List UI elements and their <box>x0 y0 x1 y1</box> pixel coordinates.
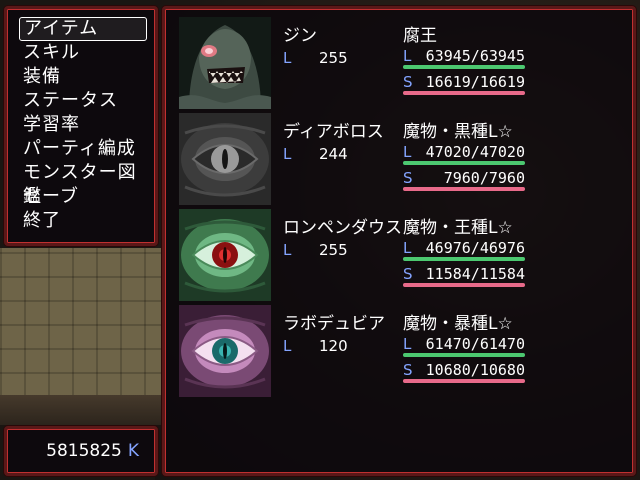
skill-bar-fill <box>403 283 525 287</box>
menu-item-skill[interactable]: スキル <box>19 41 147 65</box>
party-member[interactable]: ロンペンダウス L 255 魔物・王種L☆ L 46976/46976 S 11… <box>179 209 631 301</box>
wall-edge <box>0 395 165 425</box>
skill-label: S <box>403 361 413 379</box>
life-gauge: L 61470/61470 <box>403 333 525 357</box>
life-bar-fill <box>403 353 525 357</box>
gold-display: 5815825 K <box>46 441 139 461</box>
life-gauge: L 46976/46976 <box>403 237 525 261</box>
member-class: 魔物・王種L☆ <box>403 218 513 238</box>
party-member[interactable]: ラボデュビア L 120 魔物・暴種L☆ L 61470/61470 S 106… <box>179 305 631 397</box>
life-value: 47020/47020 <box>425 143 525 161</box>
skill-gauge: S 16619/16619 <box>403 71 525 95</box>
skill-value: 16619/16619 <box>425 73 525 91</box>
masked-monster-portrait <box>179 17 271 109</box>
skill-bar-fill <box>403 187 525 191</box>
green-eye-portrait <box>179 209 271 301</box>
skill-gauge: S 10680/10680 <box>403 359 525 383</box>
menu-item-quit[interactable]: 終了 <box>19 209 147 233</box>
level-label: L <box>283 49 292 67</box>
level-label: L <box>283 145 292 163</box>
menu-item-item[interactable]: アイテム <box>19 17 147 41</box>
party-member[interactable]: ジン L 255 腐王 L 63945/63945 S 16619/16619 <box>179 17 631 109</box>
member-name: ラボデュビア <box>283 314 385 334</box>
skill-gauge: S 11584/11584 <box>403 263 525 287</box>
member-name: ジン <box>283 26 317 46</box>
skill-label: S <box>403 73 413 91</box>
menu-item-party-formation[interactable]: パーティ編成 <box>19 137 147 161</box>
life-gauge: L 47020/47020 <box>403 141 525 165</box>
menu-item-save[interactable]: セーブ <box>19 185 147 209</box>
skill-value: 7960/7960 <box>443 169 525 187</box>
life-label: L <box>403 47 412 65</box>
gold-unit: K <box>127 441 139 461</box>
floor-tiles <box>0 248 165 398</box>
member-name: ロンペンダウス <box>283 218 402 238</box>
pink-eye-portrait <box>179 305 271 397</box>
gold-window: 5815825 K <box>4 426 158 476</box>
life-value: 63945/63945 <box>425 47 525 65</box>
member-level: 255 <box>319 241 348 259</box>
life-bar-fill <box>403 65 525 69</box>
member-level: 255 <box>319 49 348 67</box>
gold-value: 5815825 <box>46 441 122 461</box>
skill-bar-fill <box>403 379 525 383</box>
level-label: L <box>283 337 292 355</box>
grey-eye-portrait <box>179 113 271 205</box>
menu-item-monster-book[interactable]: モンスター図鑑 <box>19 161 147 207</box>
menu-item-learning-rate[interactable]: 学習率 <box>19 113 147 137</box>
command-menu: アイテム スキル 装備 ステータス 学習率 パーティ編成 モンスター図鑑 セーブ… <box>4 6 158 246</box>
member-class: 腐王 <box>403 26 437 46</box>
life-bar-fill <box>403 161 525 165</box>
life-gauge: L 63945/63945 <box>403 45 525 69</box>
level-label: L <box>283 241 292 259</box>
skill-gauge: S 7960/7960 <box>403 167 525 191</box>
menu-item-equip[interactable]: 装備 <box>19 65 147 89</box>
member-name: ディアボロス <box>283 122 384 142</box>
life-value: 46976/46976 <box>425 239 525 257</box>
skill-value: 10680/10680 <box>425 361 525 379</box>
member-class: 魔物・暴種L☆ <box>403 314 513 334</box>
skill-label: S <box>403 169 413 187</box>
life-label: L <box>403 335 412 353</box>
party-member[interactable]: ディアボロス L 244 魔物・黒種L☆ L 47020/47020 S 796… <box>179 113 631 205</box>
member-level: 244 <box>319 145 348 163</box>
life-label: L <box>403 239 412 257</box>
menu-item-status[interactable]: ステータス <box>19 89 147 113</box>
life-label: L <box>403 143 412 161</box>
member-class: 魔物・黒種L☆ <box>403 122 513 142</box>
skill-label: S <box>403 265 413 283</box>
member-level: 120 <box>319 337 348 355</box>
life-value: 61470/61470 <box>425 335 525 353</box>
skill-value: 11584/11584 <box>425 265 525 283</box>
party-status-window: ジン L 255 腐王 L 63945/63945 S 16619/16619 <box>162 6 636 476</box>
life-bar-fill <box>403 257 525 261</box>
skill-bar-fill <box>403 91 525 95</box>
